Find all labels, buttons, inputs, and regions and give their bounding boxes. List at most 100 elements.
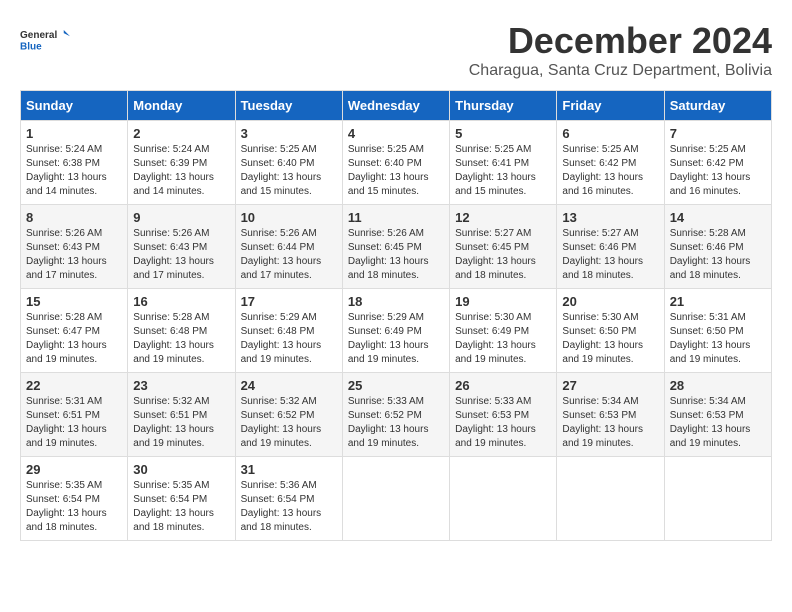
calendar-week-row: 1 Sunrise: 5:24 AM Sunset: 6:38 PM Daylig… bbox=[21, 121, 772, 205]
logo: General Blue bbox=[20, 20, 70, 60]
calendar-cell: 24 Sunrise: 5:32 AM Sunset: 6:52 PM Dayli… bbox=[235, 373, 342, 457]
day-number: 9 bbox=[133, 210, 229, 225]
day-info: Sunrise: 5:28 AM Sunset: 6:46 PM Dayligh… bbox=[670, 227, 766, 283]
day-info: Sunrise: 5:30 AM Sunset: 6:49 PM Dayligh… bbox=[455, 311, 551, 367]
calendar-cell: 15 Sunrise: 5:28 AM Sunset: 6:47 PM Dayli… bbox=[21, 289, 128, 373]
calendar-cell: 14 Sunrise: 5:28 AM Sunset: 6:46 PM Dayli… bbox=[664, 205, 771, 289]
calendar-cell: 1 Sunrise: 5:24 AM Sunset: 6:38 PM Daylig… bbox=[21, 121, 128, 205]
day-number: 24 bbox=[241, 378, 337, 393]
calendar-cell bbox=[450, 457, 557, 541]
calendar-cell: 8 Sunrise: 5:26 AM Sunset: 6:43 PM Daylig… bbox=[21, 205, 128, 289]
title-block: December 2024 Charagua, Santa Cruz Depar… bbox=[469, 20, 772, 80]
day-number: 15 bbox=[26, 294, 122, 309]
day-number: 26 bbox=[455, 378, 551, 393]
day-number: 27 bbox=[562, 378, 658, 393]
day-info: Sunrise: 5:34 AM Sunset: 6:53 PM Dayligh… bbox=[562, 395, 658, 451]
day-number: 8 bbox=[26, 210, 122, 225]
calendar-header-tuesday: Tuesday bbox=[235, 91, 342, 121]
calendar-cell: 21 Sunrise: 5:31 AM Sunset: 6:50 PM Dayli… bbox=[664, 289, 771, 373]
calendar-cell: 3 Sunrise: 5:25 AM Sunset: 6:40 PM Daylig… bbox=[235, 121, 342, 205]
calendar-cell: 20 Sunrise: 5:30 AM Sunset: 6:50 PM Dayli… bbox=[557, 289, 664, 373]
day-info: Sunrise: 5:25 AM Sunset: 6:40 PM Dayligh… bbox=[348, 143, 444, 199]
day-info: Sunrise: 5:27 AM Sunset: 6:46 PM Dayligh… bbox=[562, 227, 658, 283]
day-number: 6 bbox=[562, 126, 658, 141]
day-number: 18 bbox=[348, 294, 444, 309]
day-info: Sunrise: 5:36 AM Sunset: 6:54 PM Dayligh… bbox=[241, 479, 337, 535]
calendar-cell bbox=[557, 457, 664, 541]
calendar-cell: 7Sunrise: 5:25 AM Sunset: 6:42 PM Daylig… bbox=[664, 121, 771, 205]
day-number: 22 bbox=[26, 378, 122, 393]
day-number: 10 bbox=[241, 210, 337, 225]
day-info: Sunrise: 5:33 AM Sunset: 6:53 PM Dayligh… bbox=[455, 395, 551, 451]
calendar-header-friday: Friday bbox=[557, 91, 664, 121]
calendar-header-sunday: Sunday bbox=[21, 91, 128, 121]
day-info: Sunrise: 5:25 AM Sunset: 6:42 PM Dayligh… bbox=[562, 143, 658, 199]
calendar-cell: 10Sunrise: 5:26 AM Sunset: 6:44 PM Dayli… bbox=[235, 205, 342, 289]
calendar-cell: 29 Sunrise: 5:35 AM Sunset: 6:54 PM Dayli… bbox=[21, 457, 128, 541]
calendar-cell: 5 Sunrise: 5:25 AM Sunset: 6:41 PM Daylig… bbox=[450, 121, 557, 205]
calendar-cell: 22 Sunrise: 5:31 AM Sunset: 6:51 PM Dayli… bbox=[21, 373, 128, 457]
calendar-week-row: 8 Sunrise: 5:26 AM Sunset: 6:43 PM Daylig… bbox=[21, 205, 772, 289]
day-number: 12 bbox=[455, 210, 551, 225]
svg-text:General: General bbox=[20, 30, 57, 41]
month-title: December 2024 bbox=[469, 20, 772, 62]
calendar-header-saturday: Saturday bbox=[664, 91, 771, 121]
day-number: 3 bbox=[241, 126, 337, 141]
day-number: 2 bbox=[133, 126, 229, 141]
day-info: Sunrise: 5:30 AM Sunset: 6:50 PM Dayligh… bbox=[562, 311, 658, 367]
calendar-cell: 2 Sunrise: 5:24 AM Sunset: 6:39 PM Daylig… bbox=[128, 121, 235, 205]
day-info: Sunrise: 5:29 AM Sunset: 6:49 PM Dayligh… bbox=[348, 311, 444, 367]
day-info: Sunrise: 5:26 AM Sunset: 6:45 PM Dayligh… bbox=[348, 227, 444, 283]
calendar-header-thursday: Thursday bbox=[450, 91, 557, 121]
day-info: Sunrise: 5:27 AM Sunset: 6:45 PM Dayligh… bbox=[455, 227, 551, 283]
day-number: 1 bbox=[26, 126, 122, 141]
day-number: 16 bbox=[133, 294, 229, 309]
day-number: 17 bbox=[241, 294, 337, 309]
day-info: Sunrise: 5:35 AM Sunset: 6:54 PM Dayligh… bbox=[133, 479, 229, 535]
day-number: 30 bbox=[133, 462, 229, 477]
calendar-cell: 23Sunrise: 5:32 AM Sunset: 6:51 PM Dayli… bbox=[128, 373, 235, 457]
logo-svg: General Blue bbox=[20, 20, 70, 60]
day-number: 28 bbox=[670, 378, 766, 393]
calendar-cell: 4 Sunrise: 5:25 AM Sunset: 6:40 PM Daylig… bbox=[342, 121, 449, 205]
calendar-cell: 18 Sunrise: 5:29 AM Sunset: 6:49 PM Dayli… bbox=[342, 289, 449, 373]
calendar-cell: 31 Sunrise: 5:36 AM Sunset: 6:54 PM Dayli… bbox=[235, 457, 342, 541]
day-info: Sunrise: 5:34 AM Sunset: 6:53 PM Dayligh… bbox=[670, 395, 766, 451]
calendar-week-row: 29 Sunrise: 5:35 AM Sunset: 6:54 PM Dayli… bbox=[21, 457, 772, 541]
day-number: 23 bbox=[133, 378, 229, 393]
day-number: 29 bbox=[26, 462, 122, 477]
day-number: 21 bbox=[670, 294, 766, 309]
day-info: Sunrise: 5:26 AM Sunset: 6:43 PM Dayligh… bbox=[133, 227, 229, 283]
calendar-header-row: SundayMondayTuesdayWednesdayThursdayFrid… bbox=[21, 91, 772, 121]
day-number: 5 bbox=[455, 126, 551, 141]
calendar-cell: 19Sunrise: 5:30 AM Sunset: 6:49 PM Dayli… bbox=[450, 289, 557, 373]
day-number: 31 bbox=[241, 462, 337, 477]
day-info: Sunrise: 5:25 AM Sunset: 6:41 PM Dayligh… bbox=[455, 143, 551, 199]
day-number: 14 bbox=[670, 210, 766, 225]
day-info: Sunrise: 5:26 AM Sunset: 6:43 PM Dayligh… bbox=[26, 227, 122, 283]
day-info: Sunrise: 5:24 AM Sunset: 6:39 PM Dayligh… bbox=[133, 143, 229, 199]
day-number: 4 bbox=[348, 126, 444, 141]
day-info: Sunrise: 5:25 AM Sunset: 6:40 PM Dayligh… bbox=[241, 143, 337, 199]
calendar-cell: 12 Sunrise: 5:27 AM Sunset: 6:45 PM Dayli… bbox=[450, 205, 557, 289]
day-number: 25 bbox=[348, 378, 444, 393]
day-number: 20 bbox=[562, 294, 658, 309]
page-header: General Blue December 2024 Charagua, San… bbox=[20, 20, 772, 80]
calendar-cell: 16Sunrise: 5:28 AM Sunset: 6:48 PM Dayli… bbox=[128, 289, 235, 373]
day-info: Sunrise: 5:31 AM Sunset: 6:50 PM Dayligh… bbox=[670, 311, 766, 367]
day-info: Sunrise: 5:31 AM Sunset: 6:51 PM Dayligh… bbox=[26, 395, 122, 451]
calendar-cell: 11 Sunrise: 5:26 AM Sunset: 6:45 PM Dayli… bbox=[342, 205, 449, 289]
day-info: Sunrise: 5:35 AM Sunset: 6:54 PM Dayligh… bbox=[26, 479, 122, 535]
svg-text:Blue: Blue bbox=[20, 41, 42, 52]
calendar-cell bbox=[664, 457, 771, 541]
day-info: Sunrise: 5:28 AM Sunset: 6:47 PM Dayligh… bbox=[26, 311, 122, 367]
day-number: 7 bbox=[670, 126, 766, 141]
day-info: Sunrise: 5:24 AM Sunset: 6:38 PM Dayligh… bbox=[26, 143, 122, 199]
calendar-header-wednesday: Wednesday bbox=[342, 91, 449, 121]
calendar-cell: 30 Sunrise: 5:35 AM Sunset: 6:54 PM Dayli… bbox=[128, 457, 235, 541]
day-number: 11 bbox=[348, 210, 444, 225]
calendar-cell: 25Sunrise: 5:33 AM Sunset: 6:52 PM Dayli… bbox=[342, 373, 449, 457]
calendar-cell: 28 Sunrise: 5:34 AM Sunset: 6:53 PM Dayli… bbox=[664, 373, 771, 457]
calendar-header-monday: Monday bbox=[128, 91, 235, 121]
day-info: Sunrise: 5:32 AM Sunset: 6:52 PM Dayligh… bbox=[241, 395, 337, 451]
